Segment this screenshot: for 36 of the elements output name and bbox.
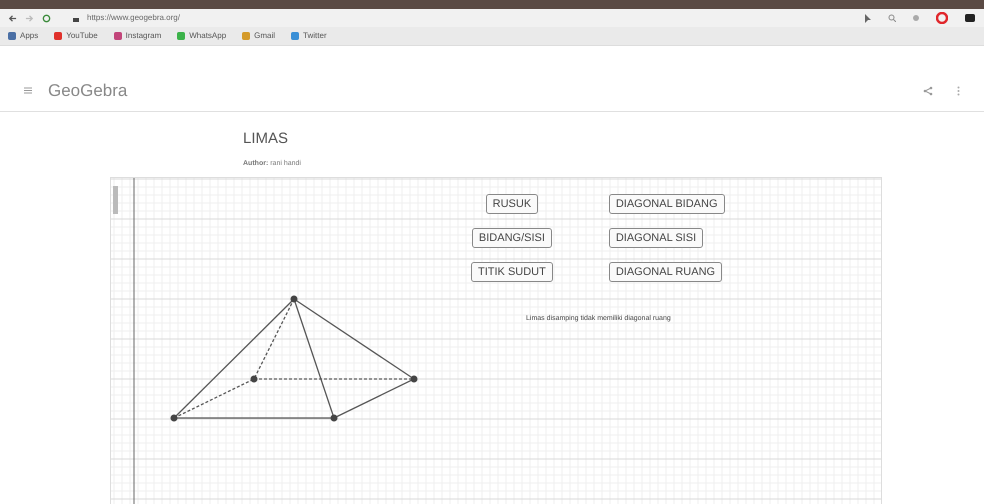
vertex-point[interactable] <box>330 414 338 422</box>
scrollbar-thumb[interactable] <box>113 186 118 214</box>
bookmark-icon[interactable] <box>177 32 186 40</box>
geogebra-logo-text[interactable]: GeoGebra <box>48 78 128 104</box>
toggle-button[interactable]: TITIK SUDUT <box>471 262 553 282</box>
bookmark-icon[interactable] <box>291 32 300 40</box>
toggle-button[interactable]: DIAGONAL RUANG <box>608 262 722 282</box>
menu-icon[interactable] <box>24 87 32 94</box>
bookmark-link[interactable]: WhatsApp <box>189 30 226 42</box>
vertex-point[interactable] <box>170 414 178 422</box>
bookmark-icon[interactable] <box>54 32 62 40</box>
cursor-icon[interactable] <box>864 14 872 22</box>
extension-icon[interactable] <box>964 12 976 24</box>
bookmark-icon[interactable] <box>114 32 122 40</box>
vertex-point[interactable] <box>250 376 258 382</box>
bookmark-icon[interactable] <box>242 32 250 40</box>
search-icon[interactable] <box>888 14 896 22</box>
reload-icon[interactable] <box>42 14 51 22</box>
bookmark-link[interactable]: Instagram <box>126 30 162 42</box>
back-icon[interactable] <box>8 14 17 22</box>
share-icon[interactable] <box>923 86 933 96</box>
bookmark-link[interactable]: YouTube <box>66 30 98 42</box>
bookmark-link[interactable]: Apps <box>20 30 38 42</box>
toggle-button[interactable]: DIAGONAL SISI <box>608 228 704 248</box>
applet-title: LIMAS <box>243 129 290 149</box>
toggle-button[interactable]: BIDANG/SISI <box>472 228 552 248</box>
address-bar-url[interactable]: https://www.geogebra.org/ <box>87 12 180 24</box>
vertex-point[interactable] <box>410 376 418 382</box>
more-icon[interactable] <box>957 86 960 96</box>
toggle-button[interactable]: RUSUK <box>486 194 538 214</box>
vertex-point[interactable] <box>290 296 298 302</box>
opera-icon[interactable] <box>936 12 948 24</box>
bookmark-link[interactable]: Twitter <box>303 30 327 42</box>
toggle-button[interactable]: DIAGONAL BIDANG <box>608 194 725 214</box>
bookmark-icon[interactable] <box>8 32 16 40</box>
bookmark-link[interactable]: Gmail <box>254 30 276 42</box>
